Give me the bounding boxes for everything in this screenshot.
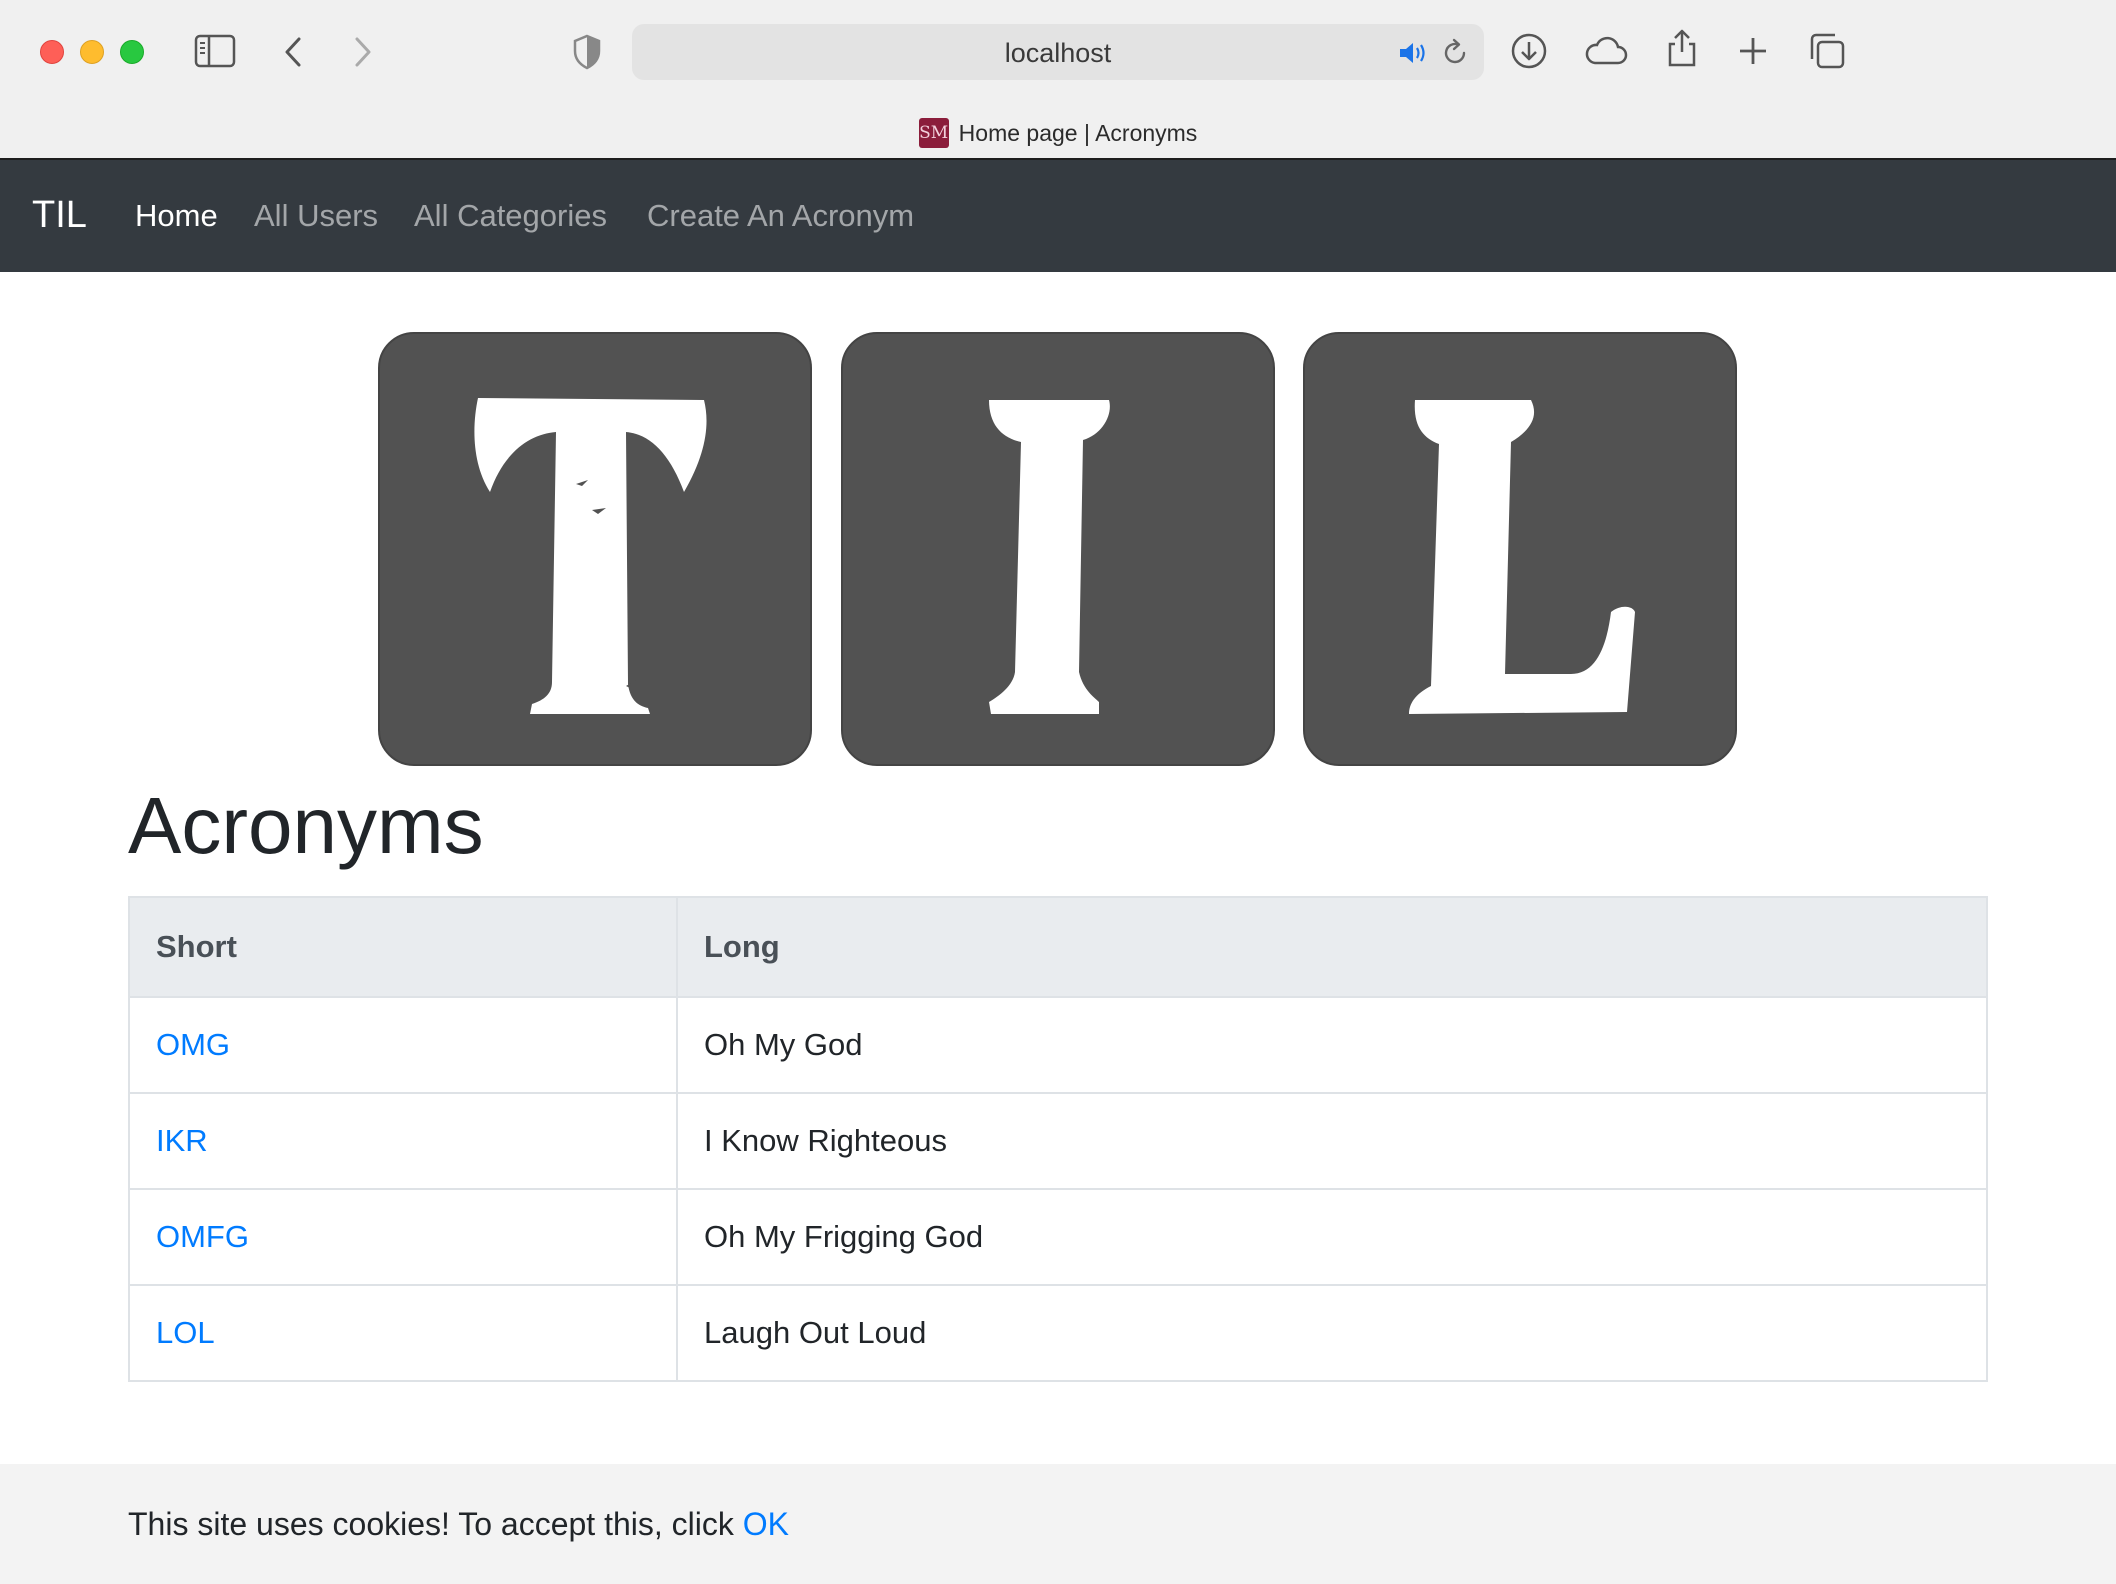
sidebar-toggle-icon[interactable]	[194, 34, 236, 68]
table-row: OMG Oh My God	[128, 996, 1988, 1094]
logo-tile-l	[1303, 332, 1737, 766]
close-window-button[interactable]	[40, 40, 64, 64]
acronym-link[interactable]: LOL	[156, 1315, 215, 1350]
tab-overview-icon[interactable]	[1808, 32, 1846, 70]
cookie-message: This site uses cookies! To accept this, …	[128, 1506, 789, 1543]
forward-icon[interactable]	[352, 36, 374, 68]
column-header-short: Short	[128, 896, 678, 998]
icloud-icon[interactable]	[1584, 36, 1628, 66]
logo-tile-i	[841, 332, 1275, 766]
table-row: OMFG Oh My Frigging God	[128, 1188, 1988, 1286]
acronyms-table: Short Long OMG Oh My God IKR I Know Righ…	[128, 896, 1988, 1382]
address-bar[interactable]: localhost	[632, 24, 1484, 80]
reload-icon[interactable]	[1442, 38, 1470, 68]
acronym-link[interactable]: IKR	[156, 1123, 208, 1158]
column-header-long: Long	[676, 896, 1988, 998]
privacy-shield-icon[interactable]	[572, 34, 602, 70]
cookie-banner: This site uses cookies! To accept this, …	[0, 1464, 2116, 1584]
browser-toolbar: localhost SM Home page | Acronyms	[0, 0, 2116, 160]
short-cell: LOL	[128, 1284, 678, 1382]
short-cell: IKR	[128, 1092, 678, 1190]
letter-l-glyph	[1409, 400, 1635, 714]
tab-title: Home page | Acronyms	[958, 119, 1198, 146]
nav-link-create-acronym[interactable]: Create An Acronym	[647, 198, 914, 234]
letter-i-glyph	[989, 400, 1110, 714]
back-icon[interactable]	[282, 36, 304, 68]
short-cell: OMG	[128, 996, 678, 1094]
table-header-row: Short Long	[128, 896, 1988, 998]
downloads-icon[interactable]	[1510, 32, 1548, 70]
new-tab-icon[interactable]	[1738, 36, 1768, 66]
site-favicon: SM	[918, 118, 949, 148]
nav-link-home[interactable]: Home	[135, 198, 218, 234]
page-heading: Acronyms	[128, 781, 484, 870]
minimize-window-button[interactable]	[80, 40, 104, 64]
short-cell: OMFG	[128, 1188, 678, 1286]
nav-link-all-users[interactable]: All Users	[254, 198, 378, 234]
navbar-brand[interactable]: TIL	[32, 194, 87, 237]
nav-link-all-categories[interactable]: All Categories	[414, 198, 607, 234]
table-row: IKR I Know Righteous	[128, 1092, 1988, 1190]
acronym-link[interactable]: OMG	[156, 1027, 230, 1062]
url-text: localhost	[1004, 38, 1112, 68]
cookie-message-text: This site uses cookies! To accept this, …	[128, 1506, 743, 1542]
long-cell: I Know Righteous	[676, 1092, 1988, 1190]
active-tab[interactable]: SM Home page | Acronyms	[0, 118, 2116, 148]
long-cell: Laugh Out Loud	[676, 1284, 1988, 1382]
maximize-window-button[interactable]	[120, 40, 144, 64]
letter-t-glyph	[474, 398, 707, 714]
site-navbar: TIL Home All Users All Categories Create…	[0, 160, 2116, 272]
audio-playing-icon[interactable]	[1398, 40, 1428, 66]
cookie-ok-link[interactable]: OK	[743, 1506, 789, 1542]
acronym-link[interactable]: OMFG	[156, 1219, 249, 1254]
table-row: LOL Laugh Out Loud	[128, 1284, 1988, 1382]
share-icon[interactable]	[1666, 28, 1698, 68]
long-cell: Oh My Frigging God	[676, 1188, 1988, 1286]
logo-tile-t	[378, 332, 812, 766]
long-cell: Oh My God	[676, 996, 1988, 1094]
